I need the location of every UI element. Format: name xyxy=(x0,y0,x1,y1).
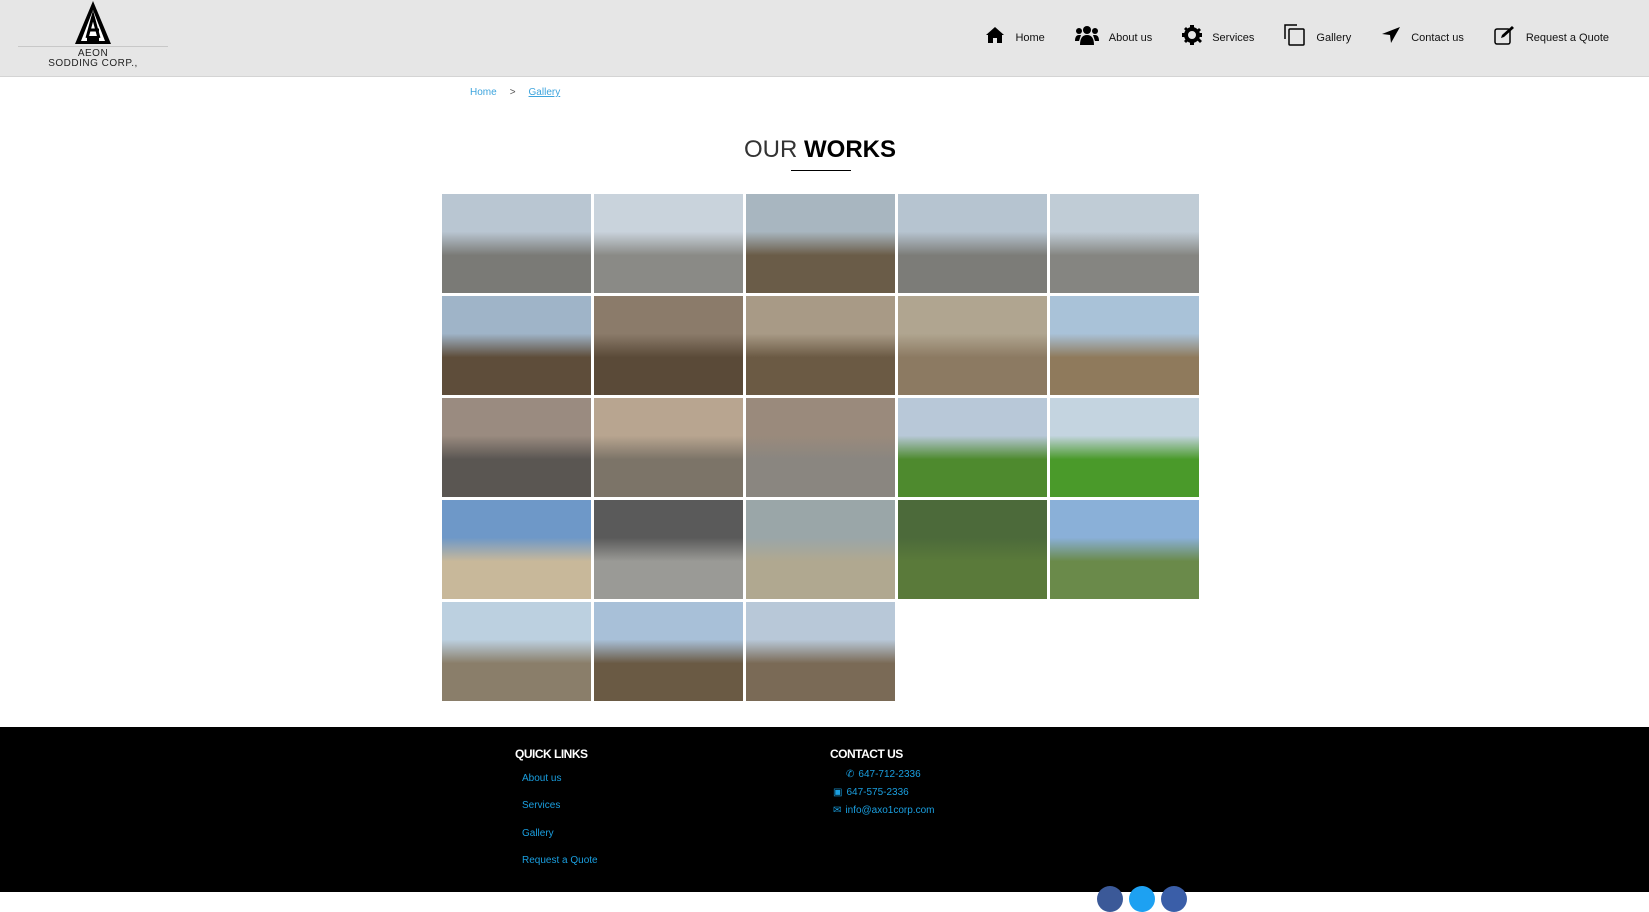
gallery-photo-13[interactable] xyxy=(746,398,895,497)
page-title: OUR WORKS xyxy=(0,136,1640,164)
logo-line2: SODDING CORP., xyxy=(48,58,138,69)
nav-home[interactable]: Home xyxy=(985,24,1045,46)
gallery-photo-12[interactable] xyxy=(594,398,743,497)
gallery-photo-15[interactable] xyxy=(1050,398,1199,497)
site-header: AEON SODDING CORP., Home About us Servic… xyxy=(0,0,1649,77)
nav-label: Request a Quote xyxy=(1525,32,1609,44)
gallery-photo-23[interactable] xyxy=(746,602,895,701)
gallery-photo-10[interactable] xyxy=(1050,296,1199,395)
twitter-icon[interactable] xyxy=(1129,886,1155,912)
breadcrumb-gallery[interactable]: Gallery xyxy=(529,87,561,98)
edit-icon xyxy=(1494,26,1514,45)
gallery-photo-6[interactable] xyxy=(442,296,591,395)
footer-link-services[interactable]: Services xyxy=(522,800,560,811)
nav-label: Home xyxy=(1015,32,1045,44)
location-arrow-icon xyxy=(1382,27,1401,43)
gallery-photo-22[interactable] xyxy=(594,602,743,701)
title-bold: WORKS xyxy=(804,136,896,163)
gallery-photo-21[interactable] xyxy=(442,602,591,701)
title-light: OUR xyxy=(743,136,798,163)
footer-link-gallery[interactable]: Gallery xyxy=(522,828,554,839)
gallery-photo-20[interactable] xyxy=(1050,500,1199,599)
gallery-photo-7[interactable] xyxy=(594,296,743,395)
phone-number: 647-712-2336 xyxy=(858,769,921,780)
gallery-photo-5[interactable] xyxy=(1050,194,1199,293)
gallery-photo-11[interactable] xyxy=(442,398,591,497)
envelope-icon: ✉ xyxy=(833,805,842,816)
footer: QUICK LINKS About us Services Gallery Re… xyxy=(0,727,1649,892)
contact-fax[interactable]: ▣ 647-575-2336 xyxy=(833,787,909,798)
quick-links-heading: QUICK LINKS xyxy=(515,747,588,761)
gallery-photo-17[interactable] xyxy=(594,500,743,599)
gear-icon xyxy=(1182,25,1203,45)
fax-icon: ▣ xyxy=(833,787,843,798)
logo-triangle-icon xyxy=(75,1,111,44)
linkedin-icon[interactable] xyxy=(1161,886,1187,912)
fax-number: 647-575-2336 xyxy=(846,787,909,798)
breadcrumb-home[interactable]: Home xyxy=(470,87,497,98)
phone-icon: ✆ xyxy=(846,769,855,780)
contact-email[interactable]: ✉ info@axo1corp.com xyxy=(833,805,934,816)
gallery-photo-1[interactable] xyxy=(442,194,591,293)
gallery-photo-8[interactable] xyxy=(746,296,895,395)
logo[interactable]: AEON SODDING CORP., xyxy=(18,0,168,74)
footer-link-about[interactable]: About us xyxy=(522,773,561,784)
gallery-photo-14[interactable] xyxy=(898,398,1047,497)
nav-label: Services xyxy=(1212,32,1255,44)
gallery-photo-3[interactable] xyxy=(746,194,895,293)
facebook-icon[interactable] xyxy=(1097,886,1123,912)
gallery-photo-19[interactable] xyxy=(898,500,1047,599)
main-nav: Home About us Services Gallery Contact u… xyxy=(955,24,1609,46)
gallery-photo-18[interactable] xyxy=(746,500,895,599)
nav-about[interactable]: About us xyxy=(1074,24,1153,46)
gallery-photo-16[interactable] xyxy=(442,500,591,599)
nav-services[interactable]: Services xyxy=(1182,24,1254,46)
gallery-photo-9[interactable] xyxy=(898,296,1047,395)
users-icon xyxy=(1074,26,1099,45)
nav-quote[interactable]: Request a Quote xyxy=(1494,24,1609,46)
copy-icon xyxy=(1284,24,1306,46)
breadcrumb: Home > Gallery xyxy=(470,87,560,98)
email-address: info@axo1corp.com xyxy=(845,805,935,816)
title-divider xyxy=(791,170,851,171)
nav-gallery[interactable]: Gallery xyxy=(1284,24,1351,46)
gallery-photo-4[interactable] xyxy=(898,194,1047,293)
nav-label: About us xyxy=(1108,32,1153,44)
home-icon xyxy=(986,27,1005,43)
footer-link-quote[interactable]: Request a Quote xyxy=(522,855,598,866)
nav-label: Contact us xyxy=(1411,32,1464,44)
nav-label: Gallery xyxy=(1316,32,1352,44)
gallery-photo-2[interactable] xyxy=(594,194,743,293)
nav-contact[interactable]: Contact us xyxy=(1381,24,1464,46)
gallery-grid xyxy=(442,194,1202,701)
contact-heading: CONTACT US xyxy=(830,747,903,761)
breadcrumb-separator: > xyxy=(509,87,516,98)
contact-phone[interactable]: ✆ 647-712-2336 xyxy=(846,769,921,780)
